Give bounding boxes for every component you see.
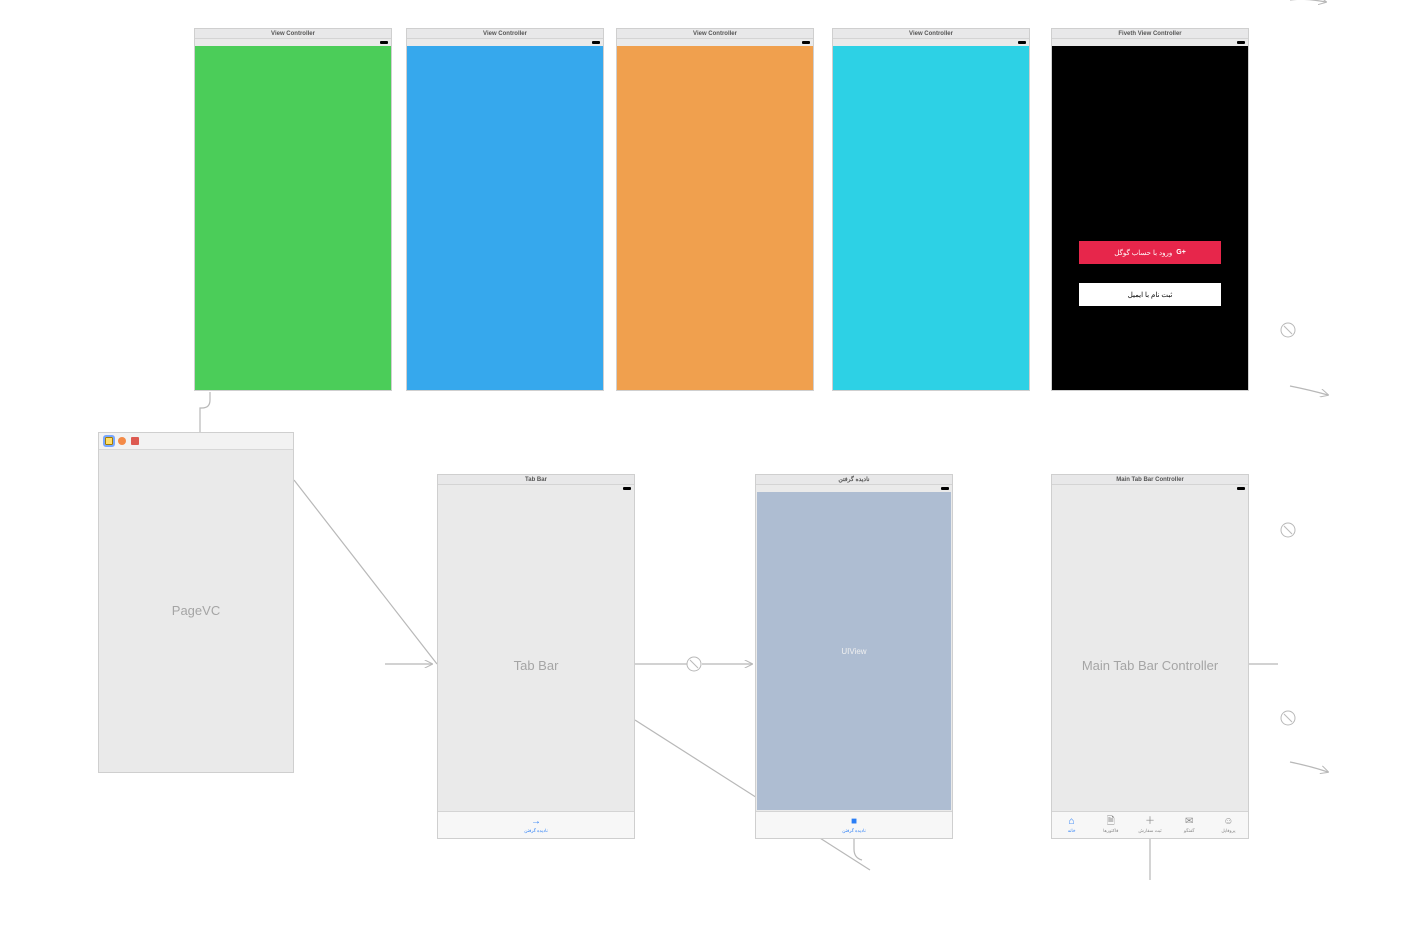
scene-title: Tab Bar [438,475,634,485]
tab-bar: ■ نادیده گرفتن [756,811,952,838]
first-responder-icon[interactable] [118,437,126,445]
scene-title: نادیده گرفتن [756,475,952,485]
tab-item[interactable]: → نادیده گرفتن [438,817,634,834]
battery-icon [802,41,810,44]
tab-label: خانه [1068,828,1076,834]
view-body [833,46,1029,390]
placeholder-label: PageVC [99,603,293,618]
fiveth-vc-scene[interactable]: Fiveth View Controller ورود با حساب گوگل… [1051,28,1249,391]
status-bar [617,39,813,46]
scene-title: Main Tab Bar Controller [1052,475,1248,485]
battery-icon [1237,487,1245,490]
home-icon: ⌂ [1069,817,1075,827]
placeholder-label: Main Tab Bar Controller [1052,658,1248,673]
google-login-button[interactable]: ورود با حساب گوگل G+ [1079,241,1221,264]
button-label: ورود با حساب گوگل [1114,249,1172,257]
chat-icon: ✉ [1185,817,1193,827]
placeholder-label: Tab Bar [438,658,634,673]
square-icon: ■ [851,817,857,827]
scene-title: Fiveth View Controller [1052,29,1248,39]
tab-label: نادیده گرفتن [842,828,865,834]
battery-icon [592,41,600,44]
view-body [617,46,813,390]
arrow-right-icon: → [531,817,541,827]
tab-label: پروفایل [1221,828,1235,834]
tab-invoices[interactable]: 🗎 فاکتورها [1091,817,1130,834]
tab-label: گفتگو [1184,828,1195,834]
view-body [195,46,391,390]
vc-scene-0[interactable]: View Controller [194,28,392,391]
status-bar [1052,39,1248,46]
battery-icon [380,41,388,44]
scene-title: View Controller [195,29,391,39]
status-bar [756,485,952,492]
tab-profile[interactable]: ☺ پروفایل [1209,817,1248,834]
status-bar [195,39,391,46]
scene-header [99,433,293,450]
battery-icon [623,487,631,490]
tab-label: فاکتورها [1103,828,1118,834]
uiview[interactable]: UIView [757,492,951,810]
status-bar [833,39,1029,46]
status-bar [1052,485,1248,492]
tab-home[interactable]: ⌂ خانه [1052,817,1091,834]
document-icon: 🗎 [1107,817,1115,827]
scene-title: View Controller [833,29,1029,39]
tab-bar: → نادیده گرفتن [438,811,634,838]
view-body [407,46,603,390]
uiview-scene[interactable]: نادیده گرفتن UIView ■ نادیده گرفتن [755,474,953,839]
tab-item[interactable]: ■ نادیده گرفتن [756,817,952,834]
button-label: ثبت نام با ایمیل [1128,291,1173,299]
battery-icon [1237,41,1245,44]
status-bar [438,485,634,492]
vc-scene-3[interactable]: View Controller [832,28,1030,391]
tab-order[interactable]: ＋ ثبت سفارش [1130,817,1169,834]
exit-icon[interactable] [131,437,139,445]
profile-icon: ☺ [1223,817,1233,827]
uiview-label: UIView [841,647,866,656]
scene-title: View Controller [407,29,603,39]
vc-scene-2[interactable]: View Controller [616,28,814,391]
scene-title: View Controller [617,29,813,39]
tab-bar: ⌂ خانه 🗎 فاکتورها ＋ ثبت سفارش ✉ گفتگو ☺ … [1052,811,1248,838]
tab-chat[interactable]: ✉ گفتگو [1170,817,1209,834]
vc-icon[interactable] [105,437,113,445]
tab-label: نادیده گرفتن [524,828,547,834]
tabbar-scene[interactable]: Tab Bar Tab Bar → نادیده گرفتن [437,474,635,839]
status-bar [407,39,603,46]
battery-icon [1018,41,1026,44]
vc-scene-1[interactable]: View Controller [406,28,604,391]
pagevc-scene[interactable]: PageVC [98,432,294,773]
battery-icon [941,487,949,490]
tab-label: ثبت سفارش [1138,828,1161,834]
email-signup-button[interactable]: ثبت نام با ایمیل [1079,283,1221,306]
plus-icon: ＋ [1145,817,1155,827]
view-body: ورود با حساب گوگل G+ ثبت نام با ایمیل [1052,46,1248,390]
main-tabbar-controller-scene[interactable]: Main Tab Bar Controller Main Tab Bar Con… [1051,474,1249,839]
google-plus-icon: G+ [1176,249,1186,256]
